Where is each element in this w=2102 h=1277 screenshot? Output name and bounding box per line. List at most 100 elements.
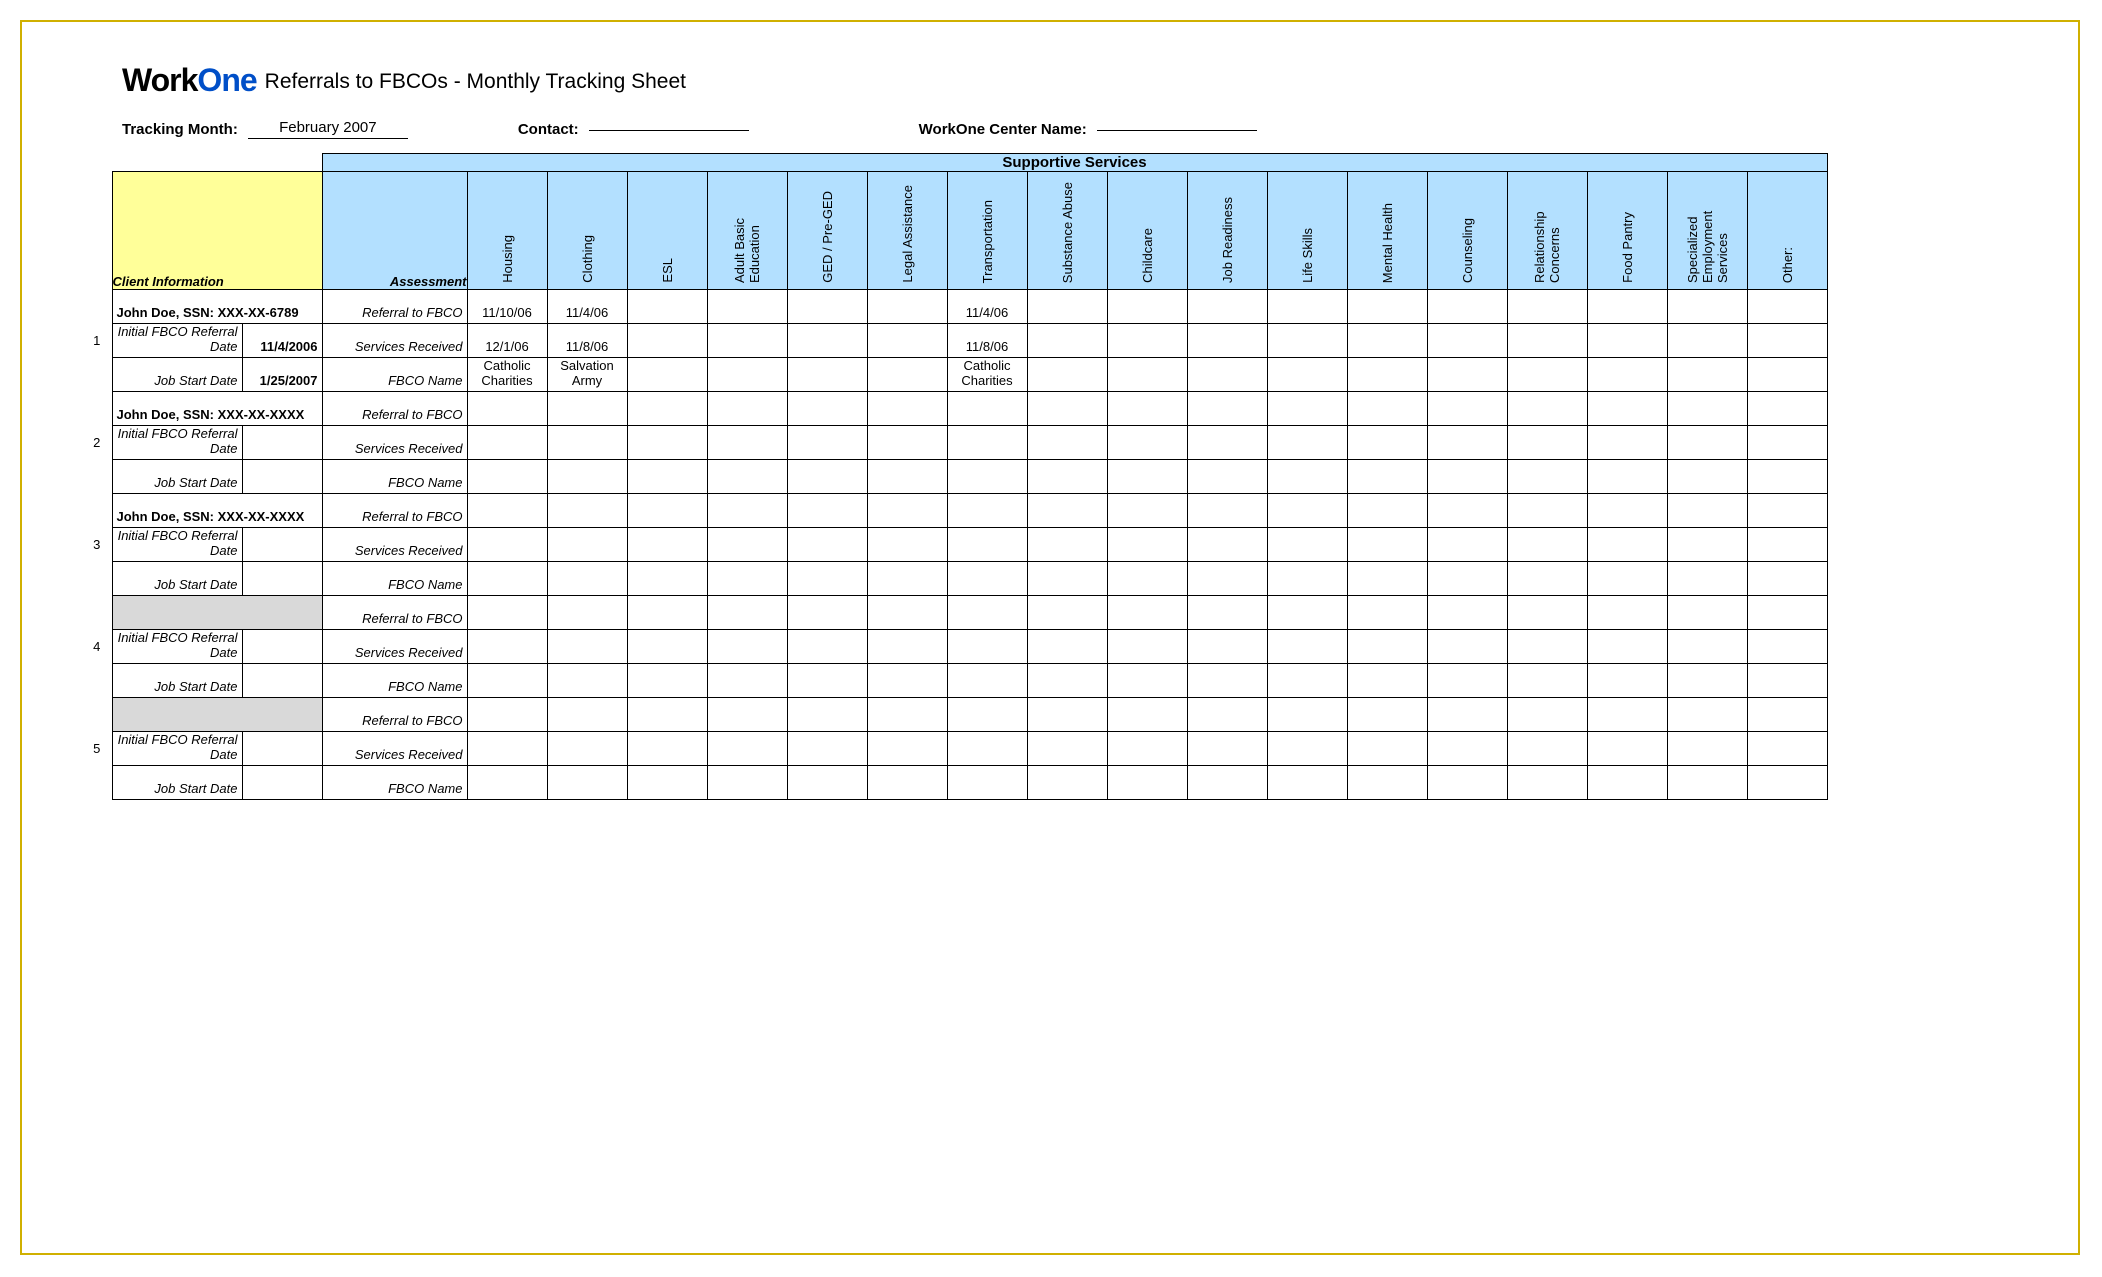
data-cell[interactable] [467,460,547,494]
data-cell[interactable] [1667,290,1747,324]
data-cell[interactable] [1427,596,1507,630]
data-cell[interactable] [1507,630,1587,664]
data-cell[interactable] [1267,596,1347,630]
data-cell[interactable] [627,596,707,630]
data-cell[interactable] [1667,358,1747,392]
data-cell[interactable] [1107,324,1187,358]
data-cell[interactable] [1107,766,1187,800]
data-cell[interactable] [1587,392,1667,426]
data-cell[interactable] [707,358,787,392]
data-cell[interactable] [1667,596,1747,630]
data-cell[interactable] [1427,494,1507,528]
data-cell[interactable] [1507,766,1587,800]
data-cell[interactable] [1747,562,1827,596]
data-cell[interactable] [1427,460,1507,494]
data-cell[interactable] [1507,664,1587,698]
data-cell[interactable] [1347,732,1427,766]
data-cell[interactable] [1587,494,1667,528]
data-cell[interactable] [1427,562,1507,596]
data-cell[interactable] [1507,460,1587,494]
data-cell[interactable] [1027,766,1107,800]
data-cell[interactable] [1027,596,1107,630]
data-cell[interactable] [787,630,867,664]
data-cell[interactable] [707,766,787,800]
data-cell[interactable] [1507,596,1587,630]
data-cell[interactable] [1267,358,1347,392]
client-name-cell[interactable] [112,698,322,732]
data-cell[interactable] [547,426,627,460]
data-cell[interactable] [627,528,707,562]
data-cell[interactable] [1027,460,1107,494]
data-cell[interactable] [1667,630,1747,664]
data-cell[interactable] [627,324,707,358]
contact-value[interactable] [589,128,749,131]
data-cell[interactable] [1747,664,1827,698]
data-cell[interactable] [627,562,707,596]
data-cell[interactable] [787,392,867,426]
data-cell[interactable] [1587,290,1667,324]
data-cell[interactable] [947,392,1027,426]
data-cell[interactable] [1667,324,1747,358]
data-cell[interactable] [627,392,707,426]
data-cell[interactable] [627,732,707,766]
client-name-cell[interactable]: John Doe, SSN: XXX-XX-6789 [112,290,322,324]
data-cell[interactable] [1667,664,1747,698]
data-cell[interactable] [1427,698,1507,732]
data-cell[interactable] [467,698,547,732]
data-cell[interactable] [1187,630,1267,664]
data-cell[interactable] [1027,732,1107,766]
data-cell[interactable] [787,324,867,358]
data-cell[interactable] [1027,562,1107,596]
data-cell[interactable] [1587,630,1667,664]
data-cell[interactable] [467,426,547,460]
data-cell[interactable] [1587,358,1667,392]
data-cell[interactable] [787,426,867,460]
data-cell[interactable] [1267,392,1347,426]
data-cell[interactable] [1427,392,1507,426]
data-cell[interactable] [467,766,547,800]
data-cell[interactable] [1587,698,1667,732]
data-cell[interactable] [707,664,787,698]
data-cell[interactable] [547,596,627,630]
data-cell[interactable]: 11/10/06 [467,290,547,324]
data-cell[interactable] [867,766,947,800]
data-cell[interactable] [947,766,1027,800]
data-cell[interactable] [707,426,787,460]
data-cell[interactable] [1267,732,1347,766]
data-cell[interactable] [1107,596,1187,630]
data-cell[interactable] [1587,324,1667,358]
data-cell[interactable] [1507,358,1587,392]
data-cell[interactable] [787,358,867,392]
data-cell[interactable] [1427,528,1507,562]
data-cell[interactable] [547,766,627,800]
data-cell[interactable] [1027,358,1107,392]
center-name-value[interactable] [1097,128,1257,131]
jobstart-value[interactable] [242,766,322,800]
data-cell[interactable] [947,460,1027,494]
data-cell[interactable] [1187,358,1267,392]
data-cell[interactable] [1107,460,1187,494]
data-cell[interactable] [1107,358,1187,392]
data-cell[interactable] [787,596,867,630]
data-cell[interactable] [787,528,867,562]
data-cell[interactable] [1747,392,1827,426]
data-cell[interactable] [1587,528,1667,562]
jobstart-value[interactable] [242,664,322,698]
data-cell[interactable] [1187,664,1267,698]
data-cell[interactable] [867,562,947,596]
data-cell[interactable] [1427,324,1507,358]
data-cell[interactable] [1347,766,1427,800]
data-cell[interactable] [947,732,1027,766]
data-cell[interactable] [947,596,1027,630]
data-cell[interactable] [1027,494,1107,528]
data-cell[interactable] [1347,290,1427,324]
data-cell[interactable] [1667,494,1747,528]
initial-date-value[interactable] [242,528,322,562]
data-cell[interactable] [707,596,787,630]
data-cell[interactable] [627,630,707,664]
data-cell[interactable] [867,494,947,528]
data-cell[interactable] [1427,664,1507,698]
data-cell[interactable] [467,494,547,528]
data-cell[interactable] [867,460,947,494]
data-cell[interactable] [1507,698,1587,732]
